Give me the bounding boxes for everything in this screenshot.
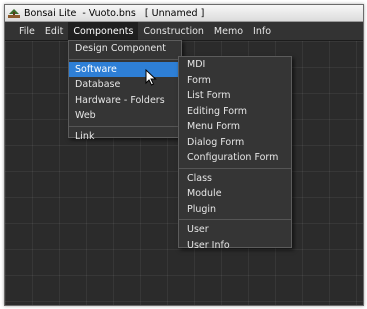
submenu-item-editing-form[interactable]: Editing Form bbox=[179, 104, 291, 120]
software-submenu: MDI Form List Form Editing Form Menu For… bbox=[178, 56, 292, 251]
menu-bar: File Edit Components Construction Memo I… bbox=[5, 21, 363, 41]
app-window: Bonsai Lite - Vuoto.bns [ Unnamed ] File… bbox=[4, 4, 364, 306]
menu-edit[interactable]: Edit bbox=[40, 22, 68, 41]
menu-separator bbox=[69, 125, 181, 127]
menu-memo[interactable]: Memo bbox=[209, 22, 248, 41]
menu-item-hardware-folders[interactable]: Hardware - Folders bbox=[69, 93, 181, 109]
submenu-item-list-form[interactable]: List Form bbox=[179, 88, 291, 104]
menu-separator bbox=[179, 219, 291, 220]
menu-file[interactable]: File bbox=[14, 22, 40, 41]
menu-item-design-component[interactable]: Design Component bbox=[69, 41, 181, 57]
components-dropdown: Design Component Software Database Hardw… bbox=[68, 40, 182, 142]
submenu-item-menu-form[interactable]: Menu Form bbox=[179, 119, 291, 135]
submenu-item-configuration-form[interactable]: Configuration Form bbox=[179, 150, 291, 166]
window-title: Bonsai Lite - Vuoto.bns [ Unnamed ] bbox=[24, 7, 205, 19]
menu-item-database[interactable]: Database bbox=[69, 77, 181, 93]
submenu-item-module[interactable]: Module bbox=[179, 186, 291, 202]
menu-info[interactable]: Info bbox=[248, 22, 276, 41]
submenu-item-class[interactable]: Class bbox=[179, 171, 291, 187]
menu-construction[interactable]: Construction bbox=[138, 22, 209, 41]
menu-separator bbox=[179, 167, 291, 169]
submenu-item-user[interactable]: User bbox=[179, 222, 291, 238]
submenu-item-user-info[interactable]: User Info bbox=[179, 238, 291, 254]
mouse-pointer-icon bbox=[145, 68, 157, 86]
menu-item-link[interactable]: Link bbox=[69, 129, 181, 145]
submenu-item-form[interactable]: Form bbox=[179, 73, 291, 89]
bonsai-tree-icon bbox=[8, 8, 20, 18]
submenu-item-mdi[interactable]: MDI bbox=[179, 57, 291, 73]
submenu-item-plugin[interactable]: Plugin bbox=[179, 202, 291, 218]
title-bar[interactable]: Bonsai Lite - Vuoto.bns [ Unnamed ] bbox=[5, 5, 363, 22]
menu-item-software[interactable]: Software bbox=[69, 61, 181, 77]
menu-separator bbox=[69, 58, 181, 60]
menu-components[interactable]: Components bbox=[68, 21, 139, 41]
submenu-item-dialog-form[interactable]: Dialog Form bbox=[179, 135, 291, 151]
menu-item-web[interactable]: Web bbox=[69, 108, 181, 124]
